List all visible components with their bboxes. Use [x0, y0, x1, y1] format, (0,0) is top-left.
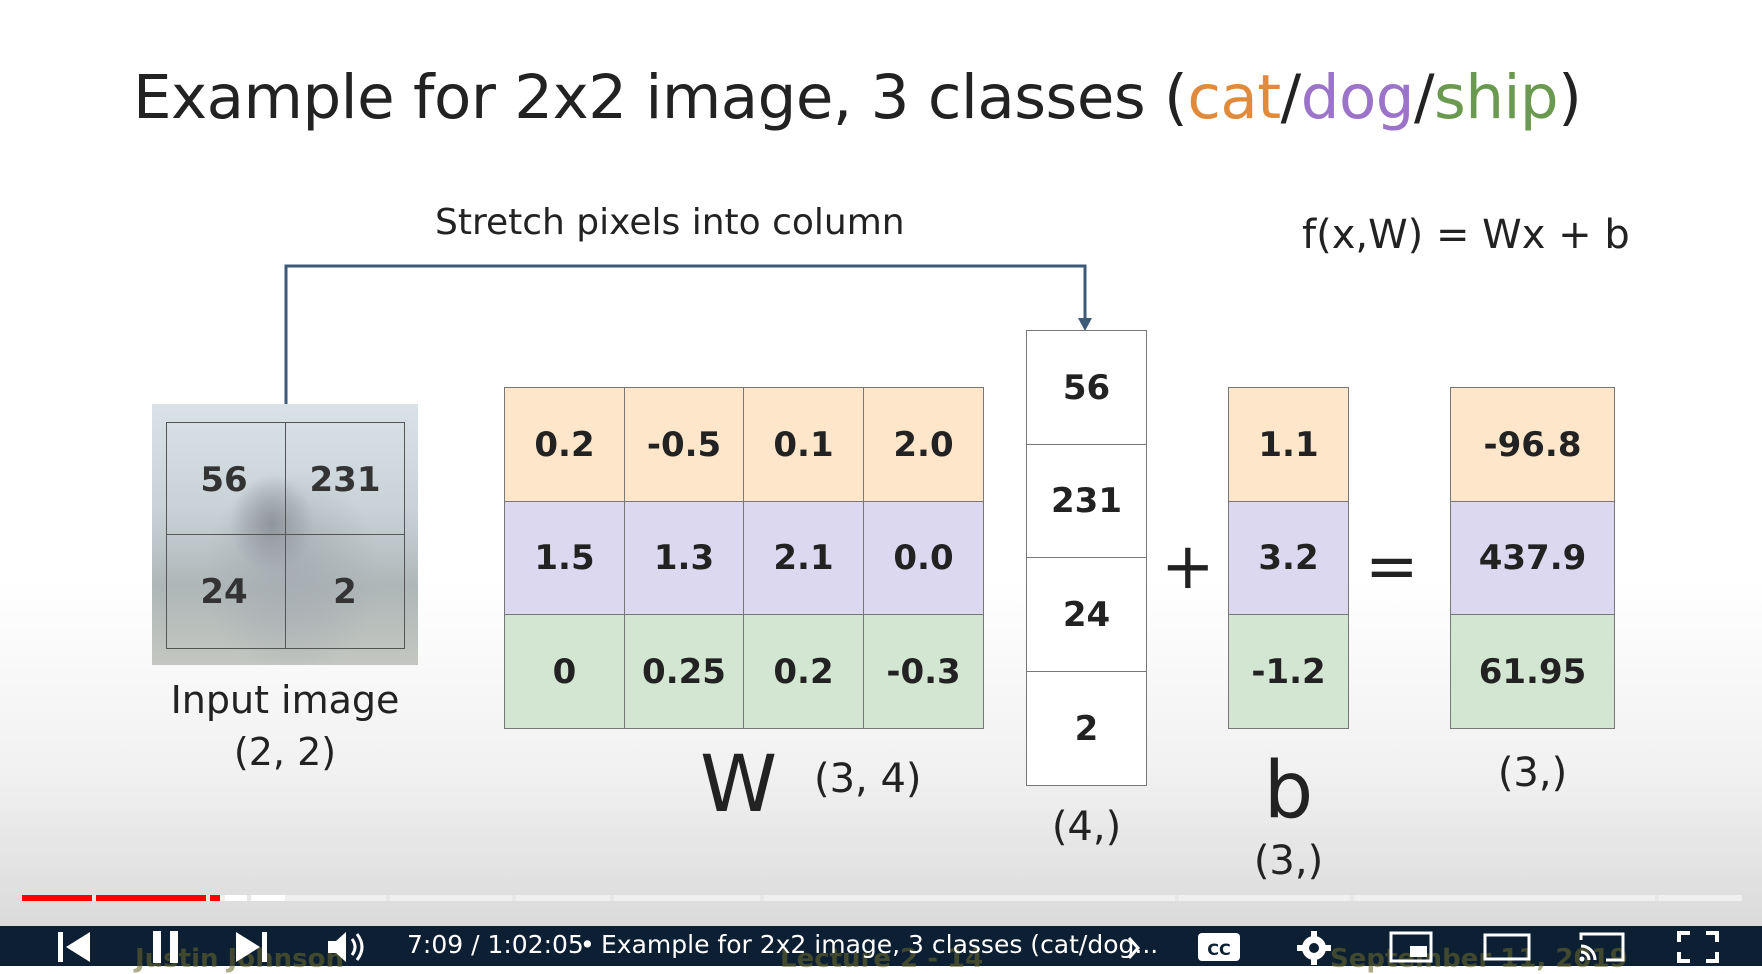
b-shape: (3,) — [1253, 838, 1324, 884]
chevron-right-icon[interactable] — [1126, 935, 1142, 961]
input-shape: (2, 2) — [233, 730, 337, 774]
pixel-value: 231 — [309, 460, 381, 500]
w-cell: 2.1 — [743, 501, 864, 615]
result-cell: -96.8 — [1450, 387, 1615, 502]
pixel-value: 24 — [200, 572, 248, 612]
progress-buffered — [225, 895, 285, 901]
progress-played — [22, 895, 220, 901]
x-shape: (4,) — [1051, 804, 1122, 850]
chapter-divider — [610, 895, 614, 901]
chapter-divider — [92, 895, 96, 901]
w-label: W — [700, 740, 778, 830]
cast-icon[interactable] — [1578, 930, 1626, 964]
x-cell: 2 — [1026, 671, 1147, 786]
settings-icon[interactable] — [1294, 930, 1334, 966]
input-label: Input image — [170, 678, 400, 722]
w-cell: 1.5 — [504, 501, 625, 615]
time-separator: • — [580, 930, 595, 959]
next-icon[interactable] — [234, 930, 270, 964]
chapter-divider — [1655, 895, 1659, 901]
w-cell: 0.0 — [863, 501, 984, 615]
b-cell: 3.2 — [1228, 501, 1349, 615]
svg-text:CC: CC — [1207, 940, 1230, 959]
theater-icon[interactable] — [1482, 930, 1532, 964]
x-cell: 24 — [1026, 557, 1147, 672]
equals-sign: = — [1365, 530, 1419, 604]
miniplayer-icon[interactable] — [1388, 930, 1434, 964]
pixel-value: 2 — [333, 572, 357, 612]
volume-icon[interactable] — [326, 930, 370, 964]
chapter-title[interactable]: Example for 2x2 image, 3 classes (cat/do… — [601, 930, 1158, 959]
result-cell: 61.95 — [1450, 614, 1615, 729]
captions-icon[interactable]: CC — [1196, 930, 1242, 964]
chapter-divider — [247, 895, 251, 901]
chapter-divider — [760, 895, 764, 901]
x-cell: 56 — [1026, 330, 1147, 445]
pixel-value: 56 — [200, 460, 248, 500]
chapter-divider — [1350, 895, 1354, 901]
previous-icon[interactable] — [56, 930, 92, 964]
w-cell: 0.2 — [743, 614, 864, 729]
w-shape: (3, 4) — [814, 756, 922, 802]
w-cell: -0.5 — [624, 387, 744, 502]
w-cell: 2.0 — [863, 387, 984, 502]
chapter-divider — [206, 895, 210, 901]
fullscreen-icon[interactable] — [1676, 930, 1720, 964]
w-cell: 0 — [504, 614, 625, 729]
x-cell: 231 — [1026, 444, 1147, 558]
chapter-divider — [512, 895, 516, 901]
w-cell: 0.1 — [743, 387, 864, 502]
b-label: b — [1263, 746, 1314, 836]
w-cell: 1.3 — [624, 501, 744, 615]
lecture-slide: Example for 2x2 image, 3 classes (cat/do… — [0, 0, 1762, 966]
plus-sign: + — [1161, 530, 1215, 604]
pause-icon[interactable] — [150, 930, 182, 964]
w-cell: 0.25 — [624, 614, 744, 729]
result-shape: (3,) — [1497, 750, 1568, 796]
w-cell: -0.3 — [863, 614, 984, 729]
chapter-divider — [1175, 895, 1179, 901]
time-display: 7:09 / 1:02:05 — [407, 930, 584, 959]
result-cell: 437.9 — [1450, 501, 1615, 615]
chapter-divider — [386, 895, 390, 901]
w-cell: 0.2 — [504, 387, 625, 502]
b-cell: -1.2 — [1228, 614, 1349, 729]
b-cell: 1.1 — [1228, 387, 1349, 502]
